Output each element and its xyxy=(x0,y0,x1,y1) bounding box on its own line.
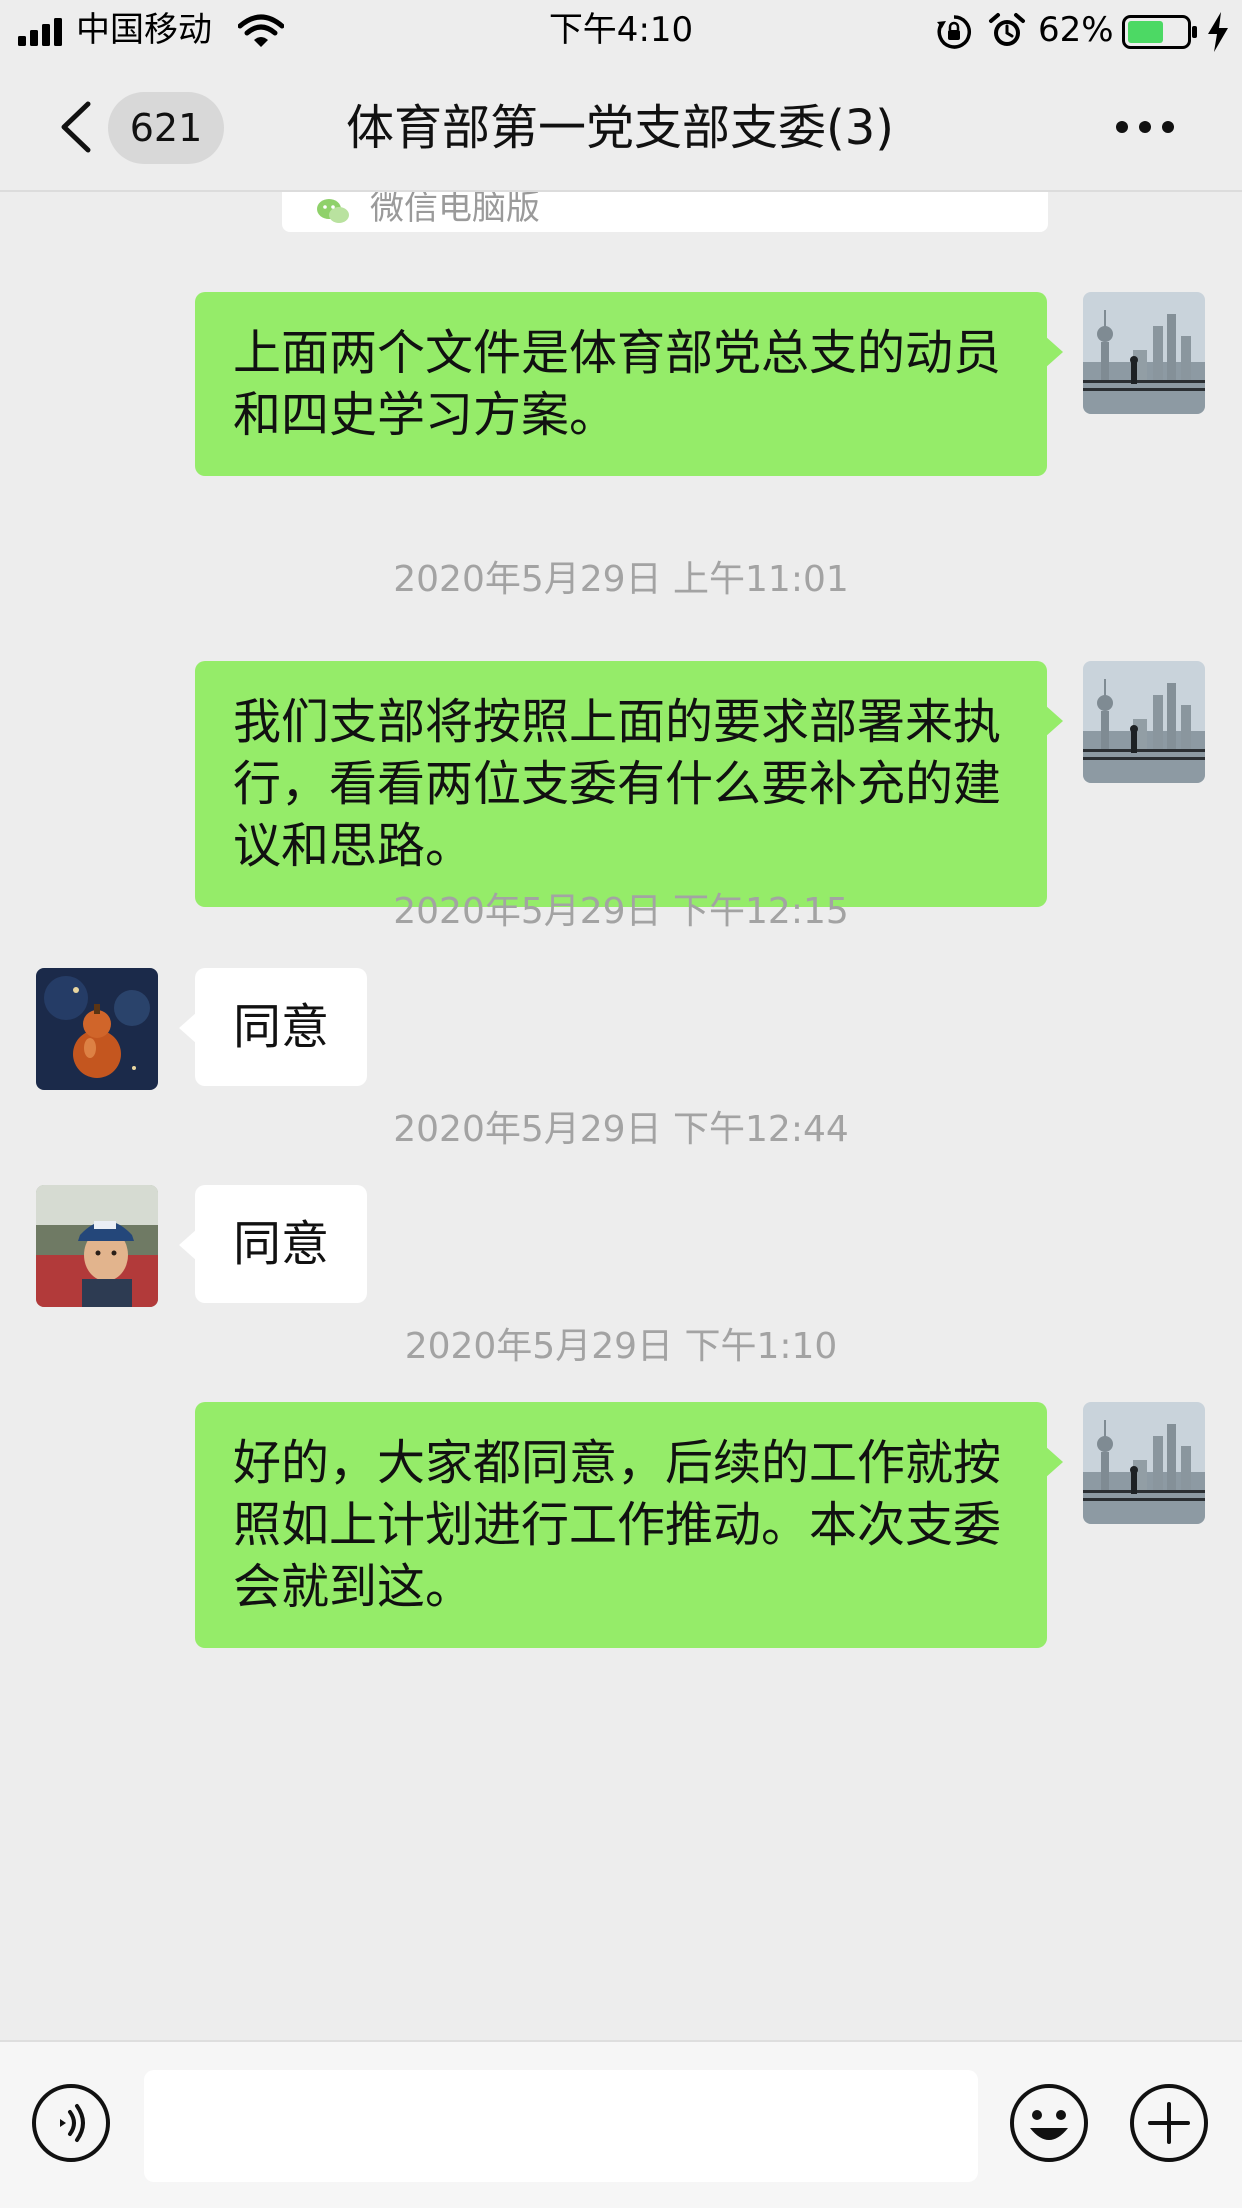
cap-man-avatar[interactable] xyxy=(36,1185,158,1307)
battery-percent: 62% xyxy=(1038,10,1114,50)
sent-message-bubble[interactable]: 好的，大家都同意，后续的工作就按照如上计划进行工作推动。本次支委会就到这。 xyxy=(195,1402,1063,1648)
status-bar: 中国移动 下午4:10 62% xyxy=(0,0,1242,62)
message-timestamp: 2020年5月29日 下午1:10 xyxy=(404,1326,838,1367)
plus-icon[interactable] xyxy=(1128,2082,1210,2164)
voice-icon[interactable] xyxy=(30,2082,112,2164)
sent-message-bubble[interactable]: 我们支部将按照上面的要求部署来执行，看看两位支委有什么要补充的建议和思路。 xyxy=(195,661,1063,907)
more-dots-icon[interactable] xyxy=(1114,114,1176,140)
sent-message-bubble[interactable]: 上面两个文件是体育部党总支的动员和四史学习方案。 xyxy=(195,292,1063,476)
emoji-icon[interactable] xyxy=(1008,2082,1090,2164)
message-timestamp: 2020年5月29日 下午12:15 xyxy=(393,891,849,932)
gourd-avatar[interactable] xyxy=(36,968,158,1090)
unread-count-badge[interactable]: 621 xyxy=(108,92,224,164)
message-list[interactable]: 微信电脑版 上面两个文件是体育部党总支的动员和四史学习方案。 2020年5月29… xyxy=(0,192,1242,2040)
battery-icon xyxy=(1122,15,1197,49)
received-message-bubble[interactable]: 同意 xyxy=(178,1185,368,1303)
rotation-lock-icon xyxy=(937,15,971,49)
message-timestamp: 2020年5月29日 下午12:44 xyxy=(393,1109,849,1150)
chat-header: 621 体育部第一党支部支委(3) xyxy=(0,62,1242,192)
alarm-icon xyxy=(989,13,1025,46)
file-message-card[interactable]: 微信电脑版 xyxy=(282,192,1048,232)
chat-title: 体育部第一党支部支委(3) xyxy=(346,100,894,156)
received-message-bubble[interactable]: 同意 xyxy=(178,968,368,1086)
wechat-icon xyxy=(317,199,349,223)
skyline-avatar[interactable] xyxy=(1083,292,1205,414)
file-card-source-label: 微信电脑版 xyxy=(370,192,540,228)
chat-input-bar xyxy=(0,2040,1242,2208)
skyline-avatar[interactable] xyxy=(1083,1402,1205,1524)
chevron-left-icon[interactable] xyxy=(56,100,100,154)
charging-bolt-icon xyxy=(1208,12,1228,52)
skyline-avatar[interactable] xyxy=(1083,661,1205,783)
message-input[interactable] xyxy=(144,2070,978,2182)
message-timestamp: 2020年5月29日 上午11:01 xyxy=(393,559,849,600)
